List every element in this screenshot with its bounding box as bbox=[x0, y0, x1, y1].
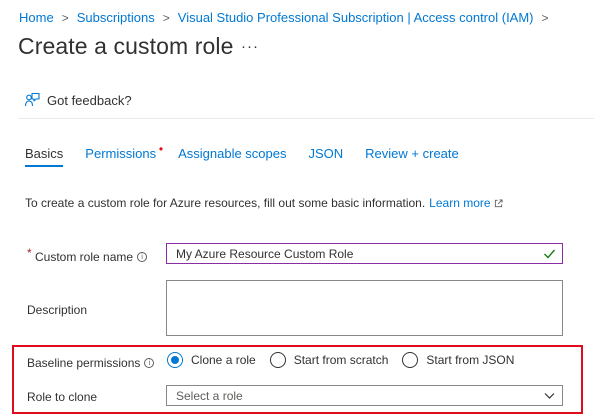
radio-unchecked-icon bbox=[269, 352, 286, 368]
tab-bar: Basics Permissions • Assignable scopes J… bbox=[25, 142, 481, 167]
description-textarea[interactable] bbox=[166, 280, 563, 336]
chevron-down-icon bbox=[544, 393, 555, 399]
external-link-icon bbox=[494, 198, 503, 207]
intro-description: To create a custom role for Azure resour… bbox=[25, 196, 426, 210]
description-label: Description bbox=[27, 303, 87, 317]
radio-unchecked-icon bbox=[402, 352, 419, 368]
radio-checked-icon bbox=[167, 352, 183, 368]
breadcrumb-separator: > bbox=[61, 10, 69, 25]
radio-start-from-json-label: Start from JSON bbox=[426, 353, 515, 367]
radio-clone-a-role[interactable]: Clone a role bbox=[167, 352, 256, 368]
role-to-clone-dropdown[interactable]: Select a role bbox=[166, 385, 563, 406]
breadcrumb-separator: > bbox=[162, 10, 170, 25]
tab-assignable-scopes[interactable]: Assignable scopes bbox=[178, 146, 286, 161]
role-to-clone-label: Role to clone bbox=[27, 390, 97, 404]
breadcrumb-home[interactable]: Home bbox=[19, 10, 54, 25]
info-icon[interactable]: i bbox=[137, 252, 148, 262]
baseline-permissions-label: Baseline permissions i bbox=[27, 356, 155, 370]
custom-role-name-value: My Azure Resource Custom Role bbox=[176, 246, 354, 261]
radio-clone-a-role-label: Clone a role bbox=[191, 353, 256, 367]
radio-start-from-json[interactable]: Start from JSON bbox=[402, 352, 514, 368]
info-icon[interactable]: i bbox=[144, 358, 155, 368]
required-asterisk: * bbox=[27, 246, 32, 260]
breadcrumb: Home > Subscriptions > Visual Studio Pro… bbox=[19, 10, 557, 25]
feedback-button[interactable]: Got feedback? bbox=[24, 92, 132, 108]
tab-review-create[interactable]: Review + create bbox=[365, 146, 459, 161]
custom-role-name-input[interactable]: My Azure Resource Custom Role bbox=[166, 243, 563, 264]
more-options-button[interactable]: ··· bbox=[241, 38, 259, 55]
radio-start-from-scratch[interactable]: Start from scratch bbox=[269, 352, 389, 368]
page-title: Create a custom role bbox=[18, 33, 234, 59]
breadcrumb-access-control[interactable]: Visual Studio Professional Subscription … bbox=[178, 10, 534, 25]
description-label-text: Description bbox=[27, 303, 88, 317]
tab-permissions[interactable]: Permissions • bbox=[85, 142, 163, 161]
required-indicator: • bbox=[158, 142, 164, 156]
intro-text: To create a custom role for Azure resour… bbox=[25, 196, 503, 210]
divider bbox=[18, 118, 594, 119]
role-to-clone-placeholder: Select a role bbox=[176, 388, 243, 403]
baseline-permissions-label-text: Baseline permissions bbox=[27, 356, 141, 370]
radio-start-from-scratch-label: Start from scratch bbox=[293, 353, 389, 367]
tab-permissions-label: Permissions bbox=[85, 146, 157, 161]
baseline-permissions-radio-group: Clone a role Start from scratch Start fr… bbox=[167, 352, 528, 368]
checkmark-icon bbox=[544, 249, 556, 259]
breadcrumb-subscriptions[interactable]: Subscriptions bbox=[77, 10, 155, 25]
tab-basics[interactable]: Basics bbox=[25, 146, 64, 167]
learn-more-link[interactable]: Learn more bbox=[429, 196, 490, 210]
role-name-label: * Custom role name i bbox=[27, 246, 148, 264]
tab-json[interactable]: JSON bbox=[309, 146, 344, 161]
breadcrumb-separator: > bbox=[541, 10, 549, 25]
feedback-label: Got feedback? bbox=[47, 92, 132, 108]
role-name-label-text: Custom role name bbox=[35, 250, 134, 264]
feedback-icon bbox=[24, 92, 40, 107]
role-to-clone-label-text: Role to clone bbox=[27, 390, 98, 404]
